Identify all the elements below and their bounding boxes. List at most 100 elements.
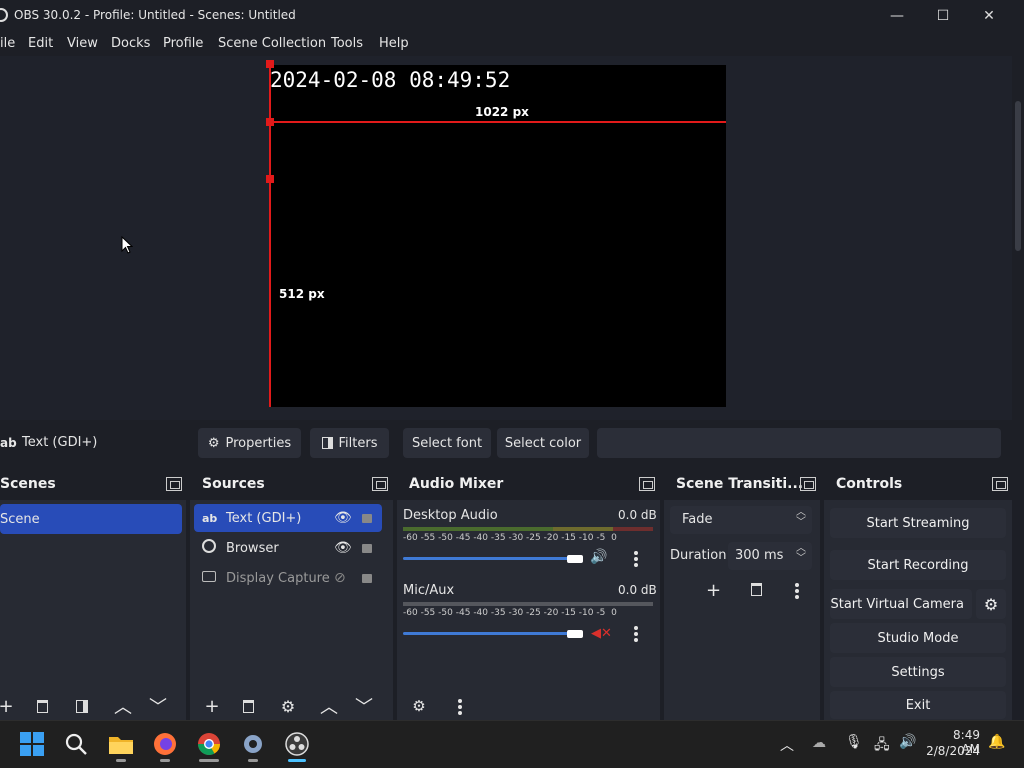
menu-scene-collection[interactable]: Scene Collection bbox=[218, 36, 326, 51]
add-transition-button[interactable]: + bbox=[706, 580, 721, 601]
mic-aux-menu-icon[interactable] bbox=[634, 626, 638, 642]
mic-aux-volume-slider[interactable] bbox=[403, 632, 575, 635]
sources-dock-header: Sources bbox=[190, 470, 393, 500]
speaker-icon[interactable]: 🔊 bbox=[590, 549, 607, 565]
transition-menu-icon[interactable] bbox=[795, 583, 799, 599]
undock-icon[interactable] bbox=[372, 477, 388, 491]
add-source-button[interactable]: + bbox=[200, 695, 224, 717]
menu-bar: ile Edit View Docks Profile Scene Collec… bbox=[0, 32, 1024, 56]
properties-button[interactable]: ⚙ Properties bbox=[198, 428, 301, 458]
desktop-audio-meter-yellow bbox=[553, 527, 613, 531]
plus-icon: + bbox=[0, 695, 14, 717]
source-properties-button[interactable]: ⚙ bbox=[276, 695, 300, 717]
resize-handle-top[interactable] bbox=[266, 60, 274, 68]
undock-icon[interactable] bbox=[639, 477, 655, 491]
start-streaming-button[interactable]: Start Streaming bbox=[830, 508, 1006, 538]
filters-label: Filters bbox=[338, 435, 378, 451]
file-explorer-icon[interactable] bbox=[108, 732, 136, 760]
preview-scrollbar[interactable] bbox=[1012, 56, 1024, 420]
controls-dock: Controls Start Streaming Start Recording… bbox=[824, 470, 1012, 720]
plus-icon: + bbox=[204, 695, 220, 717]
firefox-icon[interactable] bbox=[152, 731, 180, 759]
scrollbar-thumb[interactable] bbox=[1015, 101, 1021, 251]
eye-hidden-icon[interactable]: ⊘ bbox=[334, 570, 362, 586]
notification-bell-icon[interactable]: 🔔 bbox=[988, 734, 1005, 750]
scenes-title: Scenes bbox=[0, 476, 56, 492]
advanced-audio-button[interactable]: ⚙ bbox=[407, 695, 431, 717]
network-icon[interactable]: 🖧 bbox=[874, 734, 890, 758]
onedrive-icon[interactable]: ☁ bbox=[812, 735, 826, 751]
move-scene-up-button[interactable]: ︿ bbox=[111, 695, 135, 718]
transition-select[interactable]: Fade ︿ ﹀ bbox=[670, 506, 812, 534]
search-icon[interactable] bbox=[64, 732, 92, 760]
remove-scene-button[interactable] bbox=[30, 695, 54, 717]
desktop-audio-volume-slider[interactable] bbox=[403, 557, 575, 560]
audio-mixer-toolbar bbox=[397, 690, 660, 720]
menu-docks[interactable]: Docks bbox=[111, 36, 150, 51]
filters-button[interactable]: Filters bbox=[310, 428, 389, 458]
menu-profile[interactable]: Profile bbox=[163, 36, 203, 51]
microphone-icon[interactable]: 🎙 bbox=[845, 734, 863, 750]
audio-mixer-menu-icon[interactable] bbox=[458, 699, 462, 715]
move-source-up-button[interactable]: ︿ bbox=[317, 695, 341, 718]
undock-icon[interactable] bbox=[992, 477, 1008, 491]
obs-taskbar-icon[interactable] bbox=[284, 731, 312, 759]
text-value-field[interactable] bbox=[597, 428, 1001, 458]
desktop-audio-menu-icon[interactable] bbox=[634, 551, 638, 567]
resize-handle-left[interactable] bbox=[266, 175, 274, 183]
move-scene-down-button[interactable]: ﹀ bbox=[146, 695, 170, 718]
transition-selected-label: Fade bbox=[682, 512, 713, 527]
settings-button[interactable]: Settings bbox=[830, 657, 1006, 687]
start-recording-button[interactable]: Start Recording bbox=[830, 550, 1006, 580]
scene-transitions-header: Scene Transiti... bbox=[664, 470, 820, 500]
virtual-camera-settings-button[interactable]: ⚙ bbox=[976, 589, 1006, 619]
menu-view[interactable]: View bbox=[67, 36, 98, 51]
select-font-button[interactable]: Select font bbox=[403, 428, 491, 458]
exit-button[interactable]: Exit bbox=[830, 691, 1006, 719]
remove-source-button[interactable] bbox=[236, 695, 260, 717]
desktop-audio-volume-knob[interactable] bbox=[567, 555, 583, 563]
source-item-display-capture[interactable]: Display Capture ⊘ bbox=[194, 564, 382, 592]
select-color-button[interactable]: Select color bbox=[497, 428, 589, 458]
source-item-browser[interactable]: Browser 👁 bbox=[194, 534, 382, 562]
chevron-up-icon[interactable]: ︿ bbox=[780, 735, 794, 755]
speaker-muted-icon[interactable]: ◀✕ bbox=[591, 626, 612, 641]
settings-gear-icon[interactable] bbox=[240, 731, 268, 759]
clock-date[interactable]: 2/8/2024 bbox=[924, 744, 980, 758]
move-source-down-button[interactable]: ﹀ bbox=[352, 695, 376, 718]
scene-filters-button[interactable] bbox=[70, 695, 94, 717]
close-button[interactable]: ✕ bbox=[966, 0, 1012, 32]
menu-edit[interactable]: Edit bbox=[28, 36, 53, 51]
studio-mode-button[interactable]: Studio Mode bbox=[830, 623, 1006, 653]
remove-transition-button[interactable] bbox=[751, 583, 762, 596]
lock-icon[interactable] bbox=[362, 510, 382, 527]
duration-spinbox[interactable]: 300 ms ︿ ﹀ bbox=[728, 542, 812, 570]
source-item-text-gdi[interactable]: ab Text (GDI+) 👁 bbox=[194, 504, 382, 532]
lock-icon[interactable] bbox=[362, 540, 382, 557]
desktop-audio-label: Desktop Audio bbox=[403, 508, 498, 523]
eye-icon[interactable]: 👁 bbox=[334, 540, 362, 556]
volume-icon[interactable]: 🔊 bbox=[899, 734, 916, 750]
timestamp-text[interactable]: 2024-02-08 08:49:52 bbox=[270, 68, 510, 92]
desktop-audio-meter-green bbox=[403, 527, 553, 531]
undock-icon[interactable] bbox=[166, 477, 182, 491]
eye-icon[interactable]: 👁 bbox=[334, 510, 362, 526]
minimize-button[interactable]: — bbox=[874, 0, 920, 32]
add-scene-button[interactable]: + bbox=[0, 695, 18, 717]
controls-scrollbar[interactable] bbox=[1012, 470, 1024, 720]
resize-handle-top-left[interactable] bbox=[266, 118, 274, 126]
menu-help[interactable]: Help bbox=[379, 36, 409, 51]
lock-icon[interactable] bbox=[362, 570, 382, 587]
menu-file[interactable]: ile bbox=[0, 36, 15, 51]
chevron-updown-icon: ︿ ﹀ bbox=[796, 543, 806, 564]
undock-icon[interactable] bbox=[800, 477, 816, 491]
plus-icon: + bbox=[706, 580, 722, 601]
mic-aux-volume-knob[interactable] bbox=[567, 630, 583, 638]
maximize-button[interactable]: ☐ bbox=[920, 0, 966, 32]
mouse-cursor-icon bbox=[121, 236, 133, 254]
scene-item[interactable]: Scene bbox=[0, 504, 182, 534]
start-virtual-camera-button[interactable]: Start Virtual Camera bbox=[830, 589, 972, 619]
windows-start-icon[interactable] bbox=[20, 732, 48, 760]
chrome-icon[interactable] bbox=[196, 731, 224, 759]
menu-tools[interactable]: Tools bbox=[331, 36, 363, 51]
